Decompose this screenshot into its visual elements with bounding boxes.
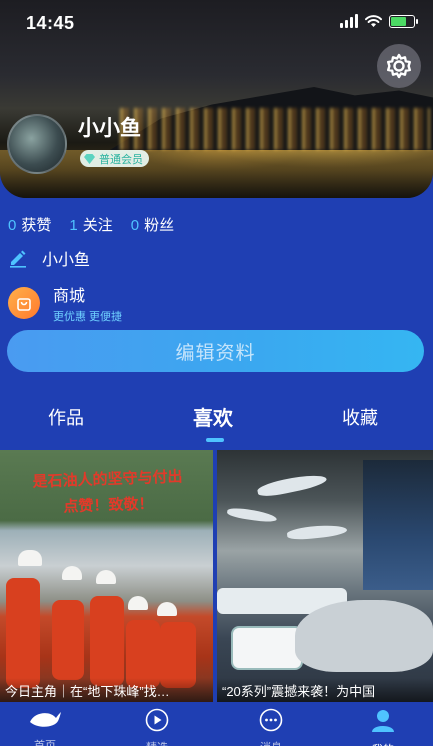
play-icon (145, 708, 169, 732)
nickname-text: 小小鱼 (42, 252, 91, 269)
nav-home[interactable]: 首页 (15, 708, 75, 746)
nav-home-label: 首页 (34, 740, 56, 746)
member-badge: 普通会员 (80, 150, 149, 167)
profile-name: 小小鱼 (78, 117, 141, 140)
stat-followers-label: 粉丝 (144, 217, 175, 234)
worker-figure (52, 600, 84, 680)
exhibit-wall (363, 460, 433, 590)
avatar[interactable] (7, 114, 67, 174)
signal-icon (340, 14, 358, 28)
diamond-icon (84, 153, 95, 164)
helmet (157, 602, 177, 616)
stat-likes-label: 获赞 (21, 217, 52, 234)
status-icons (340, 14, 418, 28)
hanging-plane (226, 506, 278, 524)
whale-icon (30, 712, 61, 727)
nav-featured-label: 精选 (127, 739, 187, 746)
exhibit-jet-nose (295, 600, 433, 672)
chat-icon (259, 708, 283, 732)
pen-icon (10, 250, 26, 268)
card-caption: 今日主角｜在“地下珠峰”找… (0, 678, 213, 702)
stat-followers-count: 0 (130, 217, 140, 234)
tab-works[interactable]: 作品 (48, 404, 84, 430)
poster-text: 是石油人的坚守与付出 点赞！致敬！ (17, 463, 199, 521)
wifi-icon (365, 14, 382, 27)
nav-featured[interactable]: 精选 (127, 708, 187, 746)
battery-icon (389, 14, 418, 28)
mall-title: 商城 (53, 288, 86, 305)
shopping-bag-icon (8, 287, 40, 319)
worker-figure (6, 578, 40, 688)
tab-favorites[interactable]: 收藏 (342, 404, 378, 430)
nav-profile-label: 我的 (353, 741, 413, 746)
stat-followers[interactable]: 0 粉丝 (131, 214, 174, 235)
tab-likes[interactable]: 喜欢 (193, 402, 233, 431)
stat-likes[interactable]: 0 获赞 (8, 214, 51, 235)
gear-icon (387, 53, 411, 79)
tab-active-indicator (206, 438, 224, 442)
hanging-plane (256, 470, 328, 500)
hanging-plane (286, 522, 348, 542)
profile-stats: 0 获赞 1 关注 0 粉丝 (8, 214, 174, 235)
helmet (128, 596, 148, 610)
stat-following-count: 1 (69, 217, 78, 234)
helmet (62, 566, 82, 580)
banner-lights (120, 108, 430, 150)
status-time: 14:45 (26, 13, 75, 33)
worker-figure (90, 596, 124, 686)
mall-subtitle: 更优惠 更便捷 (53, 311, 123, 323)
helmet (18, 550, 42, 566)
mall-entry[interactable]: 商城 更优惠 更便捷 (8, 282, 122, 324)
stat-likes-count: 0 (8, 217, 17, 234)
card-caption: “20系列”震撼来袭！为中国 (217, 678, 433, 702)
exhibit-vehicle (231, 626, 303, 670)
bottom-navbar: 首页 精选 消息 我的 (0, 702, 433, 746)
banner-water (0, 150, 433, 198)
video-card[interactable]: 是石油人的坚守与付出 点赞！致敬！ 今日主角｜在“地下珠峰”找… (0, 450, 213, 702)
edit-profile-button[interactable]: 编辑资料 (7, 330, 424, 372)
helmet (96, 570, 116, 584)
video-card[interactable]: “20系列”震撼来袭！为中国 (217, 450, 433, 702)
member-badge-label: 普通会员 (99, 153, 143, 166)
nav-profile[interactable]: 我的 (353, 708, 413, 746)
user-icon (372, 710, 394, 732)
stat-following[interactable]: 1 关注 (69, 214, 112, 235)
nav-messages[interactable]: 消息 (241, 708, 301, 746)
nickname-row[interactable]: 小小鱼 (8, 246, 90, 270)
status-bar: 14:45 (0, 0, 433, 44)
stat-following-label: 关注 (82, 217, 113, 234)
nav-messages-label: 消息 (241, 739, 301, 746)
settings-button[interactable] (377, 44, 421, 88)
